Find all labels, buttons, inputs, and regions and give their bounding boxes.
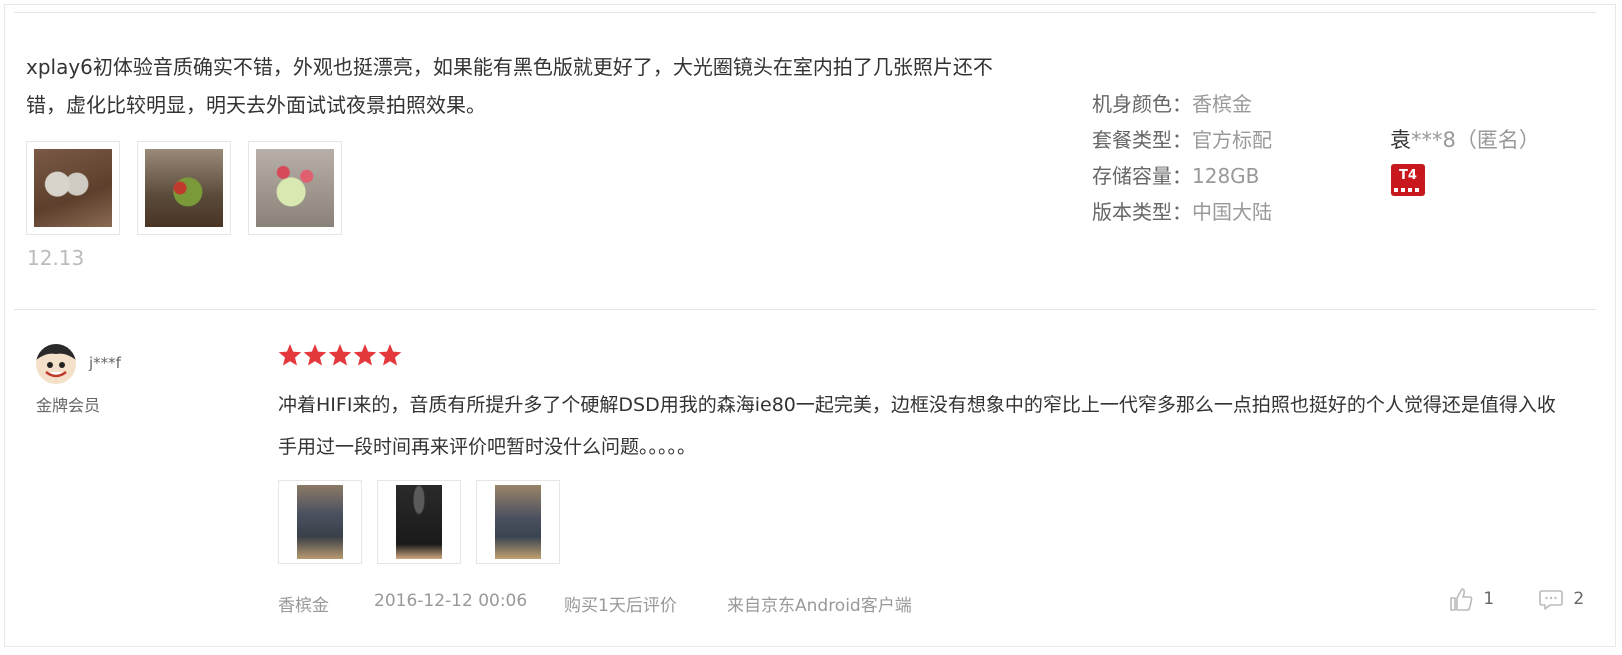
review-photo-thumb[interactable] xyxy=(377,480,461,564)
attr-key: 套餐类型： xyxy=(1092,128,1192,152)
attr-key: 存储容量： xyxy=(1092,164,1192,188)
attr-key: 版本类型： xyxy=(1092,200,1192,224)
attr-value: 香槟金 xyxy=(1192,92,1252,116)
review-date: 12.13 xyxy=(27,246,85,270)
product-attr-version: 版本类型：中国大陆 xyxy=(1092,194,1272,230)
anonymous-tag: （匿名） xyxy=(1455,128,1540,152)
attr-key: 机身颜色： xyxy=(1092,92,1192,116)
review-photo xyxy=(145,149,223,227)
star-rating xyxy=(278,343,404,371)
member-level: 金牌会员 xyxy=(36,396,101,415)
review-photo xyxy=(297,485,343,559)
review-photo-thumb[interactable] xyxy=(137,141,231,235)
review-photo xyxy=(396,485,442,559)
star-icon xyxy=(303,344,327,366)
review-photo-thumb[interactable] xyxy=(476,480,560,564)
product-attr-color: 机身颜色：香槟金 xyxy=(1092,86,1252,122)
avatar-image xyxy=(36,344,76,384)
like-count: 1 xyxy=(1483,589,1495,609)
avatar[interactable] xyxy=(36,344,76,384)
reply-count: 2 xyxy=(1573,589,1585,609)
review-source[interactable]: 来自京东Android客户端 xyxy=(727,591,912,616)
review-photo-thumb[interactable] xyxy=(26,141,120,235)
reply-button[interactable]: 2 xyxy=(1538,586,1584,612)
reviewer-name[interactable]: 袁***8（匿名） xyxy=(1390,124,1540,154)
attr-value: 128GB xyxy=(1192,164,1260,188)
reviewer-name[interactable]: j***f xyxy=(89,354,121,372)
review-photo xyxy=(256,149,334,227)
review-text: xplay6初体验音质确实不错，外观也挺漂亮，如果能有黑色版就更好了，大光圈镜头… xyxy=(26,55,993,117)
review-photo-thumb[interactable] xyxy=(248,141,342,235)
star-icon xyxy=(278,344,302,366)
top-divider xyxy=(14,12,1596,13)
star-icon xyxy=(328,344,352,366)
star-icon xyxy=(378,344,402,366)
purchase-note: 购买1天后评价 xyxy=(564,596,677,616)
review-photo xyxy=(495,485,541,559)
review-divider xyxy=(14,309,1596,310)
review-datetime: 2016-12-12 00:06 xyxy=(374,591,528,611)
review-photo xyxy=(34,149,112,227)
review-color: 香槟金 xyxy=(278,596,329,616)
product-attr-package: 套餐类型：官方标配 xyxy=(1092,122,1272,158)
member-level-badge: T4 xyxy=(1391,164,1425,196)
reviewer-name-first: 袁 xyxy=(1390,128,1411,152)
review-text: 冲着HIFI来的，音质有所提升多了个硬解DSD用我的森海ie80一起完美，边框没… xyxy=(278,394,1556,458)
attr-value: 官方标配 xyxy=(1192,128,1272,152)
reviewer-name-mask: ***8 xyxy=(1411,128,1456,152)
like-button[interactable]: 1 xyxy=(1448,586,1494,612)
comment-icon xyxy=(1539,590,1563,610)
attr-value: 中国大陆 xyxy=(1192,200,1272,224)
review-photo-thumb[interactable] xyxy=(278,480,362,564)
thumbs-up-icon xyxy=(1450,588,1473,611)
star-icon xyxy=(353,344,377,366)
product-attr-storage: 存储容量：128GB xyxy=(1092,158,1259,194)
